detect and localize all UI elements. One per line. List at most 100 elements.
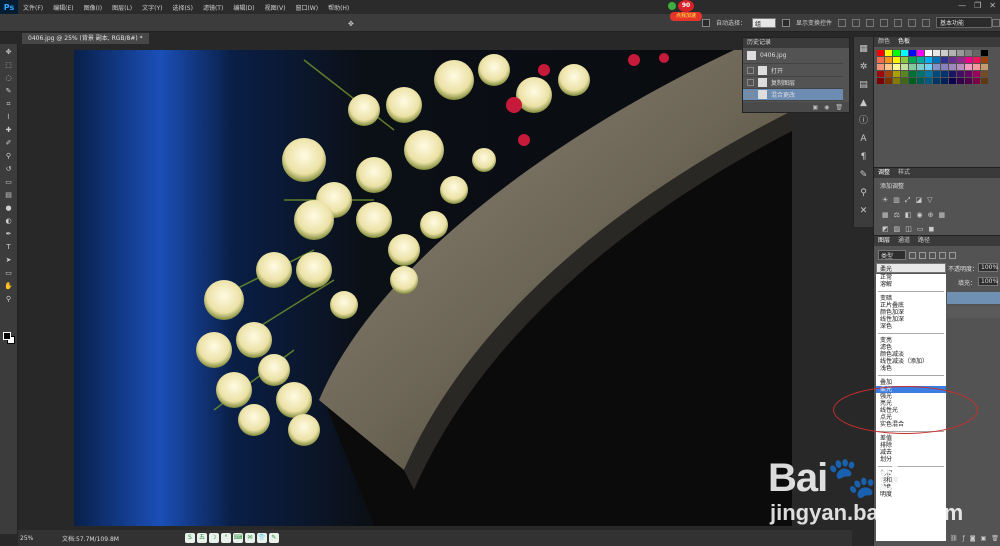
- zoom-tool-icon[interactable]: ⚲: [3, 294, 15, 304]
- stamp-tool-icon[interactable]: ⚲: [3, 151, 15, 161]
- blend-option[interactable]: 颜色: [876, 484, 946, 491]
- color-swatch[interactable]: [965, 78, 972, 84]
- dodge-tool-icon[interactable]: ◐: [3, 216, 15, 226]
- history-item[interactable]: 复制图层: [743, 77, 843, 89]
- color-swatch[interactable]: [973, 57, 980, 63]
- character-icon[interactable]: A: [858, 133, 870, 145]
- align-bottom-icon[interactable]: [866, 18, 874, 27]
- blend-option[interactable]: 排除: [876, 442, 946, 449]
- move-tool-icon[interactable]: ✥: [345, 19, 357, 29]
- color-swatch[interactable]: [941, 50, 948, 56]
- color-swatch[interactable]: [941, 78, 948, 84]
- posterize-icon[interactable]: ▨: [894, 225, 901, 233]
- selective-color-icon[interactable]: ◼: [929, 225, 935, 233]
- color-swatch[interactable]: [885, 64, 892, 70]
- blend-option[interactable]: 叠加: [876, 379, 946, 386]
- tool-presets-icon[interactable]: ✕: [858, 205, 870, 217]
- marquee-tool-icon[interactable]: ⬚: [3, 60, 15, 70]
- menu-item[interactable]: 图像(I): [79, 3, 107, 12]
- blend-option[interactable]: 正片叠底: [876, 302, 946, 309]
- document-tab[interactable]: 0406.jpg @ 25% (背景 副本, RGB/8#) *: [22, 33, 149, 44]
- blend-option[interactable]: 正常: [876, 274, 946, 281]
- color-swatch[interactable]: [917, 57, 924, 63]
- eyedropper-tool-icon[interactable]: ⌇: [3, 112, 15, 122]
- history-item-checkbox[interactable]: [747, 67, 754, 74]
- color-swatch[interactable]: [917, 71, 924, 77]
- path-select-tool-icon[interactable]: ➤: [3, 255, 15, 265]
- paragraph-icon[interactable]: ¶: [858, 151, 870, 163]
- tab-layers[interactable]: 图层: [878, 236, 890, 246]
- color-swatch[interactable]: [893, 64, 900, 70]
- color-swatch[interactable]: [965, 71, 972, 77]
- opacity-input[interactable]: 100%: [978, 263, 998, 272]
- color-swatch[interactable]: [981, 71, 988, 77]
- blend-option[interactable]: 深色: [876, 323, 946, 330]
- color-swatch[interactable]: [941, 71, 948, 77]
- blend-option[interactable]: 颜色减淡: [876, 351, 946, 358]
- levels-icon[interactable]: ▥: [893, 196, 900, 205]
- color-swatch[interactable]: [909, 78, 916, 84]
- ime-icon[interactable]: ✎: [268, 533, 279, 543]
- color-swatch[interactable]: [909, 71, 916, 77]
- menu-item[interactable]: 帮助(H): [323, 3, 354, 12]
- hand-tool-icon[interactable]: ✋: [3, 281, 15, 291]
- lasso-tool-icon[interactable]: ◌: [3, 73, 15, 83]
- shape-tool-icon[interactable]: ▭: [3, 268, 15, 278]
- pen-tool-icon[interactable]: ✒: [3, 229, 15, 239]
- document-size[interactable]: 文档:57.7M/109.8M: [62, 534, 119, 543]
- color-swatch[interactable]: [925, 57, 932, 63]
- history-panel-tab[interactable]: 历史记录: [743, 38, 849, 48]
- type-filter-icon[interactable]: [929, 251, 936, 259]
- layer-row-selected[interactable]: [946, 292, 1000, 304]
- healing-tool-icon[interactable]: ✚: [3, 125, 15, 135]
- color-swatch[interactable]: [949, 57, 956, 63]
- ime-icon[interactable]: ✉: [244, 533, 255, 543]
- auto-select-target-select[interactable]: 组: [751, 17, 776, 28]
- color-swatch[interactable]: [949, 78, 956, 84]
- blend-option[interactable]: 饱和度: [876, 477, 946, 484]
- canvas-area[interactable]: [18, 44, 852, 530]
- blend-mode-select[interactable]: 柔光: [876, 263, 946, 273]
- history-icon[interactable]: ▦: [858, 43, 870, 55]
- color-swatch[interactable]: [957, 64, 964, 70]
- color-swatch[interactable]: [957, 50, 964, 56]
- blend-option[interactable]: 色相: [876, 470, 946, 477]
- color-swatch[interactable]: [877, 71, 884, 77]
- color-swatch[interactable]: [933, 50, 940, 56]
- threshold-icon[interactable]: ◫: [905, 225, 912, 233]
- type-tool-icon[interactable]: T: [3, 242, 15, 252]
- align-middle-icon[interactable]: [852, 18, 860, 27]
- color-swatch[interactable]: [893, 57, 900, 63]
- color-swatch[interactable]: [877, 57, 884, 63]
- blend-option[interactable]: 变亮: [876, 337, 946, 344]
- align-top-icon[interactable]: [838, 18, 846, 27]
- color-swatch[interactable]: [901, 50, 908, 56]
- color-swatch[interactable]: [933, 71, 940, 77]
- color-swatch[interactable]: [885, 57, 892, 63]
- history-brush-tool-icon[interactable]: ↺: [3, 164, 15, 174]
- align-center-icon[interactable]: [894, 18, 902, 27]
- history-item-selected[interactable]: 混合更改: [743, 89, 843, 101]
- color-swatch[interactable]: [933, 64, 940, 70]
- color-swatch[interactable]: [957, 57, 964, 63]
- actions-icon[interactable]: ✲: [858, 61, 870, 73]
- smart-object-filter-icon[interactable]: [949, 251, 956, 259]
- distribute-right-icon[interactable]: [992, 18, 1000, 27]
- pixel-filter-icon[interactable]: [909, 251, 916, 259]
- black-white-icon[interactable]: ◧: [905, 211, 912, 219]
- color-swatch[interactable]: [933, 57, 940, 63]
- adjustment-filter-icon[interactable]: [919, 251, 926, 259]
- menu-item[interactable]: 编辑(D): [228, 3, 259, 12]
- color-balance-icon[interactable]: ⚖: [894, 211, 900, 219]
- color-swatch[interactable]: [877, 64, 884, 70]
- trash-icon[interactable]: 🗑: [835, 104, 843, 111]
- menu-item[interactable]: 窗口(W): [290, 3, 323, 12]
- mask-icon[interactable]: ◙: [970, 535, 976, 542]
- color-swatch[interactable]: [901, 78, 908, 84]
- blur-tool-icon[interactable]: ●: [3, 203, 15, 213]
- crop-tool-icon[interactable]: ⌗: [3, 99, 15, 109]
- move-tool-icon[interactable]: ✥: [3, 47, 15, 57]
- accelerate-badge[interactable]: 90 点我加速: [668, 0, 704, 26]
- color-swatch[interactable]: [893, 71, 900, 77]
- color-swatch[interactable]: [941, 57, 948, 63]
